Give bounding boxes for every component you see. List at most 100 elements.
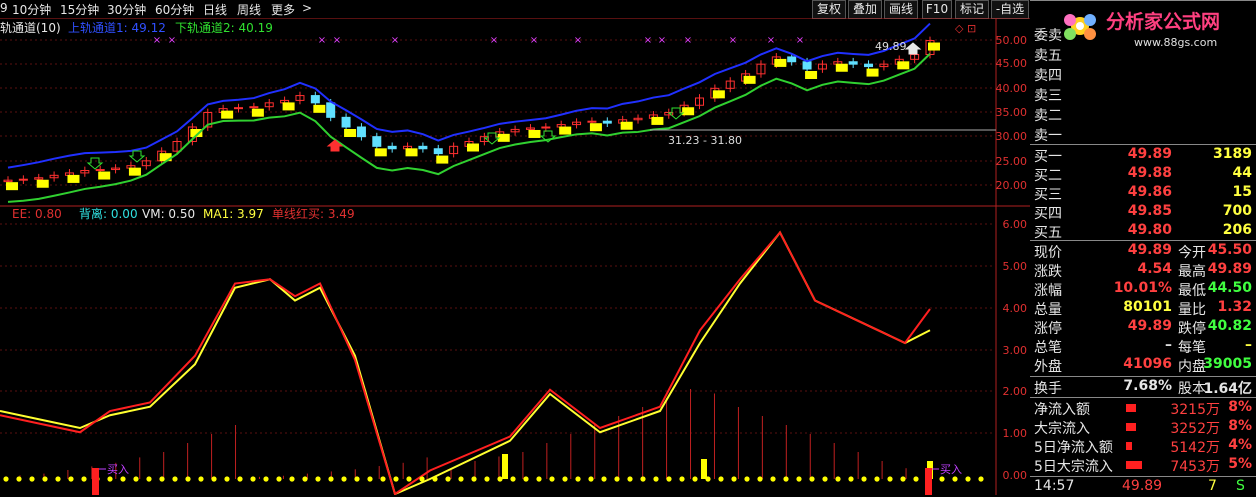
cross-marker-icon: × xyxy=(168,35,176,46)
y-tick-label: 0.00 xyxy=(1003,469,1028,482)
period-daily[interactable]: 日线 xyxy=(203,1,227,18)
channel-block xyxy=(835,63,848,72)
channel-block xyxy=(805,71,818,79)
channel-block xyxy=(866,68,879,77)
bid-price: 49.80 xyxy=(1127,222,1172,238)
baseline-dot xyxy=(692,476,698,482)
baseline-dot xyxy=(458,476,464,482)
flow-percent: 4% xyxy=(1228,437,1252,453)
channel-block xyxy=(559,126,572,135)
baseline-dot xyxy=(380,476,386,482)
mark-button[interactable]: 标记 xyxy=(955,0,989,19)
stat-value: 49.89 xyxy=(1127,318,1172,334)
arrow-down-icon xyxy=(667,107,685,120)
cross-marker-icon: × xyxy=(153,35,161,46)
ma1-label: MA1: 3.97 xyxy=(203,207,264,221)
baseline-dot xyxy=(445,476,451,482)
flow-row: 净流入额 3215万 8% xyxy=(1030,398,1256,418)
turnover-label: 换手 xyxy=(1034,381,1062,397)
baseline-dot xyxy=(211,476,217,482)
cross-marker-icon: × xyxy=(574,35,582,46)
baseline-dot xyxy=(172,476,178,482)
baseline-dot xyxy=(900,476,906,482)
draw-button[interactable]: 画线 xyxy=(884,0,918,19)
period-10min[interactable]: 10分钟 xyxy=(12,1,51,18)
bid-row: 买一 49.89 3189 xyxy=(1030,145,1256,165)
baseline-dot xyxy=(120,476,126,482)
baseline-dot xyxy=(588,476,594,482)
stat-label: 跌停 xyxy=(1178,321,1206,337)
baseline-dot xyxy=(731,476,737,482)
chart-markers[interactable]: ◇ ⊡ xyxy=(955,22,976,35)
channel-block xyxy=(774,58,787,67)
overlay-button[interactable]: 叠加 xyxy=(848,0,882,19)
period-15min[interactable]: 15分钟 xyxy=(60,1,99,18)
channel-block xyxy=(928,42,940,51)
range-annotation: 31.23 - 31.80 xyxy=(668,134,742,147)
baseline-dot xyxy=(562,476,568,482)
bid-row: 买二 49.88 44 xyxy=(1030,164,1256,184)
period-weekly[interactable]: 周线 xyxy=(237,1,261,18)
chevron-right-icon[interactable]: > xyxy=(302,1,312,15)
bid-volume: 15 xyxy=(1232,184,1252,200)
baseline-dot xyxy=(523,476,529,482)
baseline-dot xyxy=(341,476,347,482)
baseline-dot xyxy=(484,476,490,482)
flow-percent: 5% xyxy=(1228,456,1252,472)
high-annotation: 49.89 xyxy=(875,40,907,53)
baseline-dot xyxy=(3,476,9,482)
bid-price: 49.86 xyxy=(1127,184,1172,200)
flow-amount: 5142万 xyxy=(1170,440,1220,456)
baseline-dot xyxy=(107,476,113,482)
baseline-dot xyxy=(848,476,854,482)
period-partial[interactable]: 9 xyxy=(0,1,8,15)
f10-button[interactable]: F10 xyxy=(922,0,952,19)
stat-value: 40.82 xyxy=(1207,318,1252,334)
watchlist-button[interactable]: -自选 xyxy=(991,0,1029,19)
baseline-dot xyxy=(133,476,139,482)
baseline-dot xyxy=(978,476,984,482)
y-tick-label: 20.00 xyxy=(996,179,1028,192)
yellow-signal-bar xyxy=(502,454,508,479)
baseline-dot xyxy=(185,476,191,482)
adjust-button[interactable]: 复权 xyxy=(812,0,846,19)
baseline-dot xyxy=(367,476,373,482)
stat-value: 49.89 xyxy=(1207,261,1252,277)
candle-body xyxy=(848,61,858,65)
channel-block xyxy=(128,167,141,176)
flow-amount: 3215万 xyxy=(1170,402,1220,418)
cross-marker-icon: × xyxy=(333,35,341,46)
stat-label: 最高 xyxy=(1178,264,1206,280)
flow-percent: 8% xyxy=(1228,418,1252,434)
tick-row: 14:57 49.89 7 S xyxy=(1030,477,1256,497)
y-tick-label: 4.00 xyxy=(1003,302,1028,315)
period-60min[interactable]: 60分钟 xyxy=(155,1,194,18)
stat-row: 现价 49.89 今开 45.50 xyxy=(1030,241,1256,261)
baseline-dot xyxy=(315,476,321,482)
channel-block xyxy=(6,182,18,191)
candle-body xyxy=(541,126,551,129)
ask-label: 卖四 xyxy=(1034,68,1062,84)
baseline-dot xyxy=(744,476,750,482)
buy-signal-bar xyxy=(925,468,932,495)
stat-value: 39005 xyxy=(1203,356,1252,372)
channel-block xyxy=(620,121,633,130)
candle-body xyxy=(18,178,28,181)
baseline-dot xyxy=(783,476,789,482)
baseline-dot xyxy=(510,476,516,482)
ask-row: 卖四 xyxy=(1030,64,1256,84)
period-more[interactable]: 更多 xyxy=(271,1,295,18)
channel-block xyxy=(251,108,264,117)
channel-block xyxy=(313,104,326,113)
bid-volume: 700 xyxy=(1222,203,1252,219)
stat-row: 外盘 41096 内盘 39005 xyxy=(1030,355,1256,375)
cross-marker-icon: × xyxy=(530,35,538,46)
candle-body xyxy=(326,102,336,118)
period-30min[interactable]: 30分钟 xyxy=(107,1,146,18)
channel-block xyxy=(98,171,111,180)
baseline-dot xyxy=(575,476,581,482)
flow-row: 大宗流入 3252万 8% xyxy=(1030,417,1256,437)
chart-area[interactable]: 50.00 45.00 40.00 35.00 30.00 25.00 20.0… xyxy=(0,18,1030,495)
baseline-dot xyxy=(432,476,438,482)
buy-signal-label: 买入 xyxy=(107,463,129,476)
